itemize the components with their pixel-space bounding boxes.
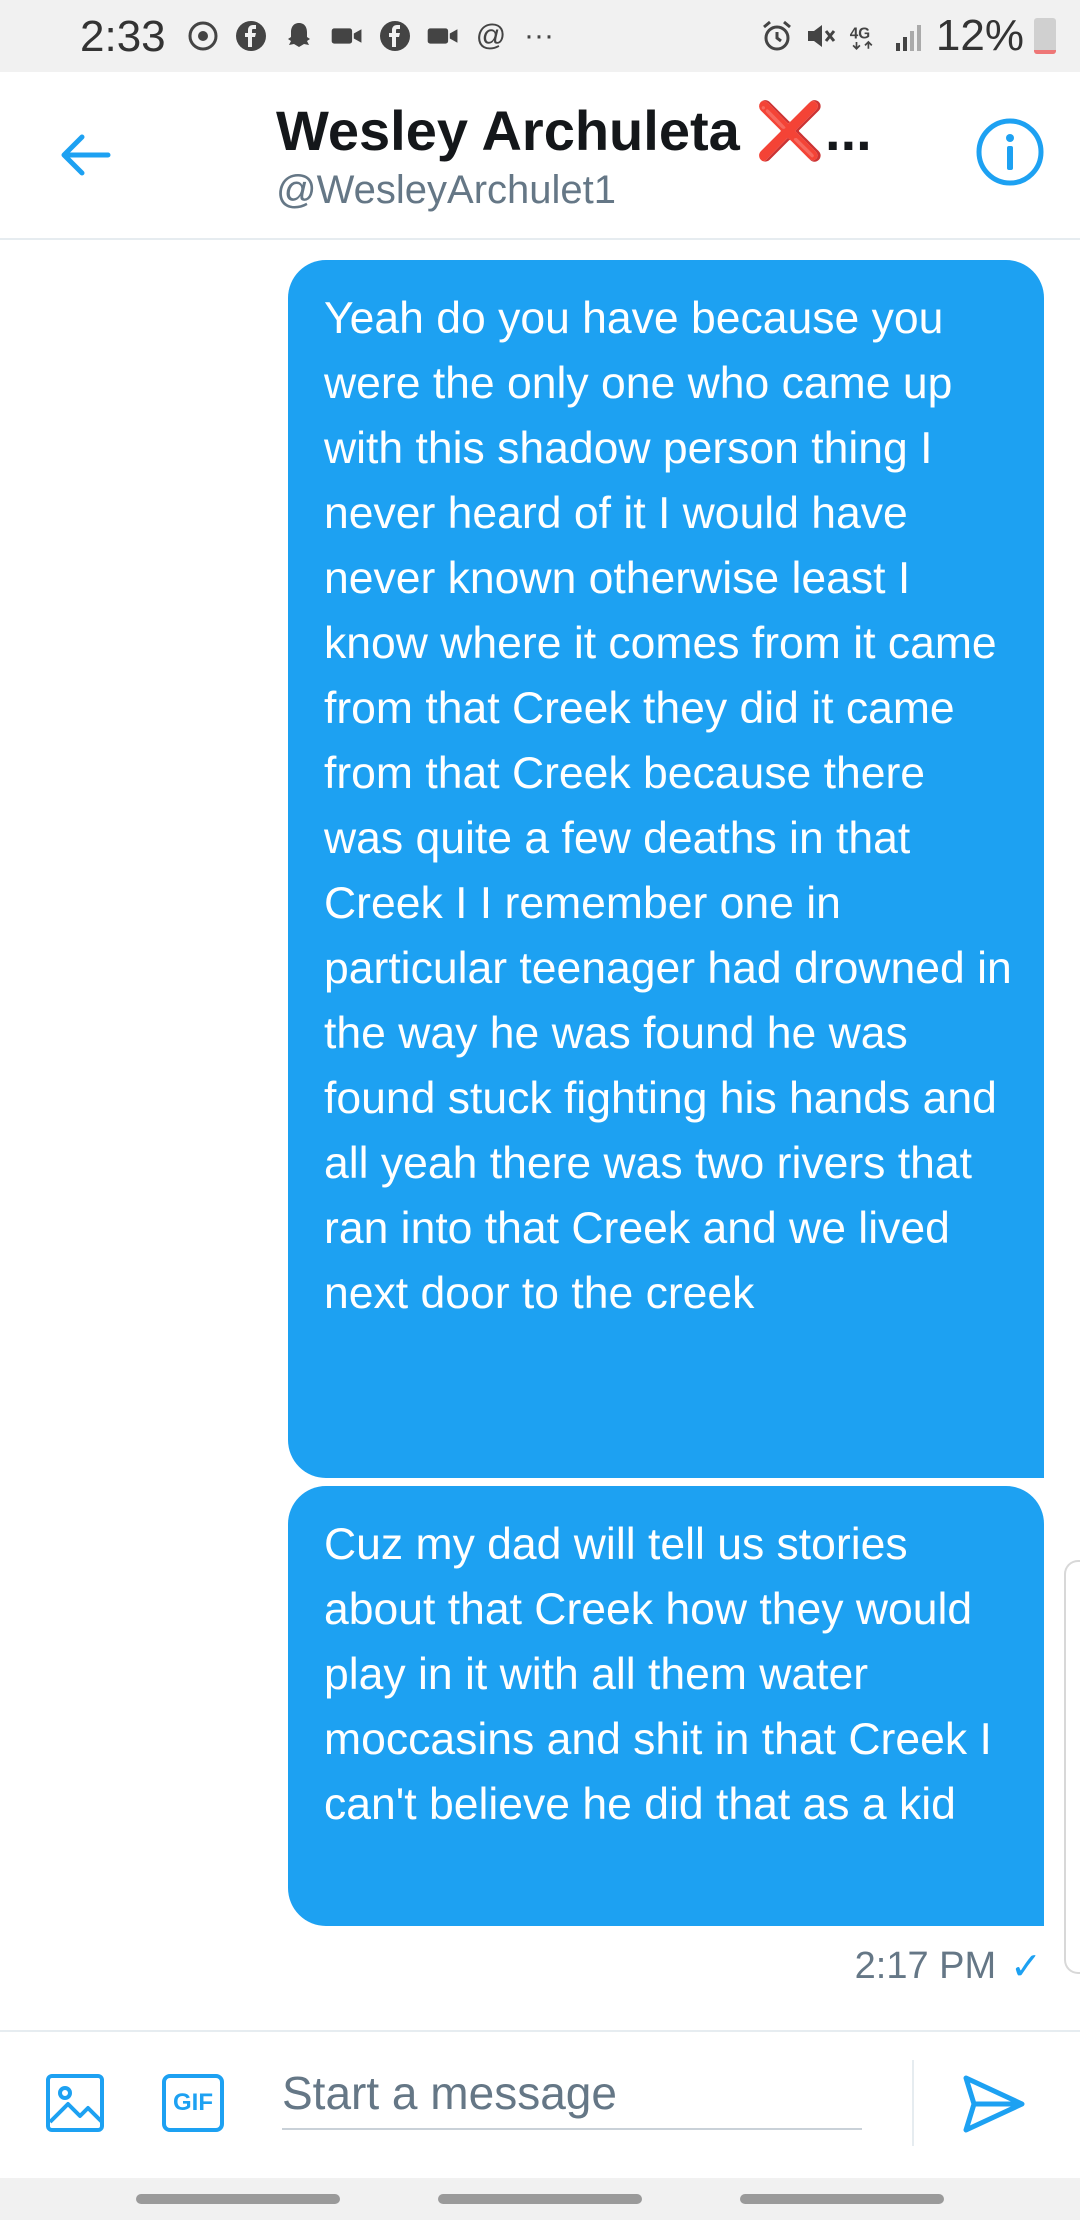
battery-percentage: 12% — [935, 11, 1024, 60]
system-icons: 4G 12% — [760, 11, 1056, 60]
conversation-title[interactable]: Wesley Archuleta ❌... — [276, 98, 872, 164]
contact-name: Wesley Archuleta — [276, 99, 740, 162]
info-icon — [976, 118, 1044, 186]
status-time: 2:33 — [80, 12, 166, 61]
message-status: 2:17 PM ✓ — [855, 1944, 1042, 1989]
cross-mark-icon: ❌ — [755, 99, 826, 162]
send-button[interactable] — [958, 2068, 1030, 2140]
message-composer: GIF — [0, 2030, 1080, 2180]
image-icon — [46, 2074, 104, 2132]
gif-button[interactable]: GIF — [162, 2074, 224, 2132]
message-timestamp: 2:17 PM — [854, 1945, 997, 1987]
nav-home[interactable] — [438, 2194, 642, 2204]
conversation-info-button[interactable] — [974, 116, 1046, 188]
svg-text:4G: 4G — [850, 26, 870, 43]
facebook-icon — [234, 19, 268, 53]
battery-icon — [1034, 18, 1056, 54]
checkmark-icon: ✓ — [1010, 1946, 1042, 1988]
composer-divider — [912, 2060, 914, 2146]
scroll-indicator[interactable] — [1064, 1560, 1080, 1974]
message-text: Yeah do you have because you were the on… — [324, 294, 1012, 1318]
4g-lte-icon: 4G — [848, 19, 882, 53]
navigation-bar — [0, 2178, 1080, 2220]
sync-icon — [186, 19, 220, 53]
title-ellipsis: ... — [825, 99, 872, 162]
message-text: Cuz my dad will tell us stories about th… — [324, 1520, 992, 1829]
message-bubble[interactable]: Yeah do you have because you were the on… — [288, 260, 1044, 1478]
nav-back[interactable] — [740, 2194, 944, 2204]
contact-handle: @WesleyArchulet1 — [276, 168, 616, 212]
conversation-header: Wesley Archuleta ❌... @WesleyArchulet1 — [0, 72, 1080, 240]
snapchat-icon — [282, 19, 316, 53]
video-icon — [426, 19, 460, 53]
signal-icon — [892, 19, 926, 53]
message-input[interactable] — [282, 2058, 862, 2130]
arrow-left-icon — [61, 134, 111, 176]
send-icon — [963, 2075, 1025, 2133]
message-bubble[interactable]: Cuz my dad will tell us stories about th… — [288, 1486, 1044, 1926]
back-button[interactable] — [50, 120, 120, 190]
mute-icon — [804, 19, 838, 53]
notification-icons: @ ··· — [186, 12, 556, 60]
at-icon: @ — [475, 19, 507, 52]
more-icon: ··· — [524, 19, 554, 52]
video-icon — [330, 19, 364, 53]
facebook-icon — [378, 19, 412, 53]
status-bar: 2:33 @ ··· 4G 12% — [0, 0, 1080, 72]
alarm-icon — [760, 19, 794, 53]
add-photo-button[interactable] — [44, 2072, 106, 2134]
nav-recent-apps[interactable] — [136, 2194, 340, 2204]
